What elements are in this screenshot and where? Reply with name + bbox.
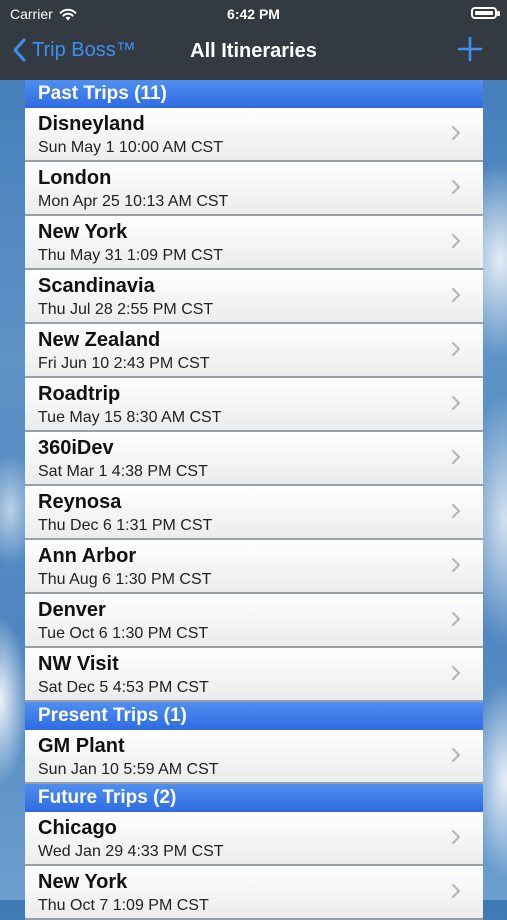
- trip-date: Wed Jan 29 4:33 PM CST: [38, 843, 224, 860]
- chevron-right-icon: [452, 126, 461, 140]
- trip-row[interactable]: Reynosa Thu Dec 6 1:31 PM CST: [25, 486, 483, 540]
- trip-name: New York: [38, 221, 128, 243]
- trip-row[interactable]: Scandinavia Thu Jul 28 2:55 PM CST: [25, 270, 483, 324]
- trip-date: Tue May 15 8:30 AM CST: [38, 409, 222, 426]
- trip-name: Reynosa: [38, 491, 122, 513]
- chevron-right-icon: [452, 558, 461, 572]
- itinerary-table: Past Trips (11) Disneyland Sun May 1 10:0…: [25, 80, 483, 920]
- chevron-right-icon: [452, 666, 461, 680]
- trip-row[interactable]: GM Plant Sun Jan 10 5:59 AM CST: [25, 730, 483, 784]
- trip-row[interactable]: Ann Arbor Thu Aug 6 1:30 PM CST: [25, 540, 483, 594]
- trip-name: GM Plant: [38, 735, 125, 757]
- chevron-right-icon: [452, 234, 461, 248]
- trip-name: Ann Arbor: [38, 545, 137, 567]
- section-header-future: Future Trips (2): [25, 784, 483, 812]
- trip-date: Sat Mar 1 4:38 PM CST: [38, 463, 208, 480]
- trip-row[interactable]: Chicago Wed Jan 29 4:33 PM CST: [25, 812, 483, 866]
- trip-date: Tue Oct 6 1:30 PM CST: [38, 625, 209, 642]
- trip-row[interactable]: Disneyland Sun May 1 10:00 AM CST: [25, 108, 483, 162]
- chevron-right-icon: [452, 748, 461, 762]
- trip-date: Sun May 1 10:00 AM CST: [38, 139, 223, 156]
- trip-row[interactable]: New York Thu Oct 7 1:09 PM CST: [25, 866, 483, 920]
- plus-icon[interactable]: [457, 36, 483, 62]
- chevron-right-icon: [452, 504, 461, 518]
- battery-icon: [471, 7, 500, 19]
- trip-name: New Zealand: [38, 329, 161, 351]
- status-bar: Carrier 6:42 PM: [0, 6, 507, 24]
- top-bar: Carrier 6:42 PM Trip Boss™ All Itinerari…: [0, 0, 507, 80]
- chevron-right-icon: [452, 288, 461, 302]
- trip-name: London: [38, 167, 112, 189]
- trip-date: Thu Aug 6 1:30 PM CST: [38, 571, 212, 588]
- trip-row[interactable]: London Mon Apr 25 10:13 AM CST: [25, 162, 483, 216]
- chevron-right-icon: [452, 612, 461, 626]
- navigation-bar: Trip Boss™ All Itineraries: [0, 34, 507, 70]
- clock: 6:42 PM: [227, 6, 280, 22]
- chevron-right-icon: [452, 180, 461, 194]
- trip-row[interactable]: 360iDev Sat Mar 1 4:38 PM CST: [25, 432, 483, 486]
- trip-name: Denver: [38, 599, 106, 621]
- trip-name: Chicago: [38, 817, 117, 839]
- section-header-present: Present Trips (1): [25, 702, 483, 730]
- trip-date: Sun Jan 10 5:59 AM CST: [38, 761, 219, 778]
- trip-row[interactable]: Denver Tue Oct 6 1:30 PM CST: [25, 594, 483, 648]
- trip-name: Roadtrip: [38, 383, 121, 405]
- trip-name: Scandinavia: [38, 275, 155, 297]
- trip-date: Fri Jun 10 2:43 PM CST: [38, 355, 210, 372]
- section-header-past: Past Trips (11): [25, 80, 483, 108]
- trip-name: New York: [38, 871, 128, 893]
- trip-name: 360iDev: [38, 437, 114, 459]
- chevron-right-icon: [452, 450, 461, 464]
- trip-date: Sat Dec 5 4:53 PM CST: [38, 679, 209, 696]
- trip-date: Thu Dec 6 1:31 PM CST: [38, 517, 213, 534]
- trip-date: Thu May 31 1:09 PM CST: [38, 247, 223, 264]
- trip-date: Thu Jul 28 2:55 PM CST: [38, 301, 214, 318]
- chevron-right-icon: [452, 884, 461, 898]
- page-title: All Itineraries: [190, 40, 317, 62]
- trip-name: Disneyland: [38, 113, 145, 135]
- trip-name: NW Visit: [38, 653, 119, 675]
- chevron-right-icon: [452, 396, 461, 410]
- trip-row[interactable]: New Zealand Fri Jun 10 2:43 PM CST: [25, 324, 483, 378]
- chevron-right-icon: [452, 830, 461, 844]
- trip-row[interactable]: New York Thu May 31 1:09 PM CST: [25, 216, 483, 270]
- trip-date: Mon Apr 25 10:13 AM CST: [38, 193, 229, 210]
- trip-row[interactable]: Roadtrip Tue May 15 8:30 AM CST: [25, 378, 483, 432]
- trip-row[interactable]: NW Visit Sat Dec 5 4:53 PM CST: [25, 648, 483, 702]
- chevron-right-icon: [452, 342, 461, 356]
